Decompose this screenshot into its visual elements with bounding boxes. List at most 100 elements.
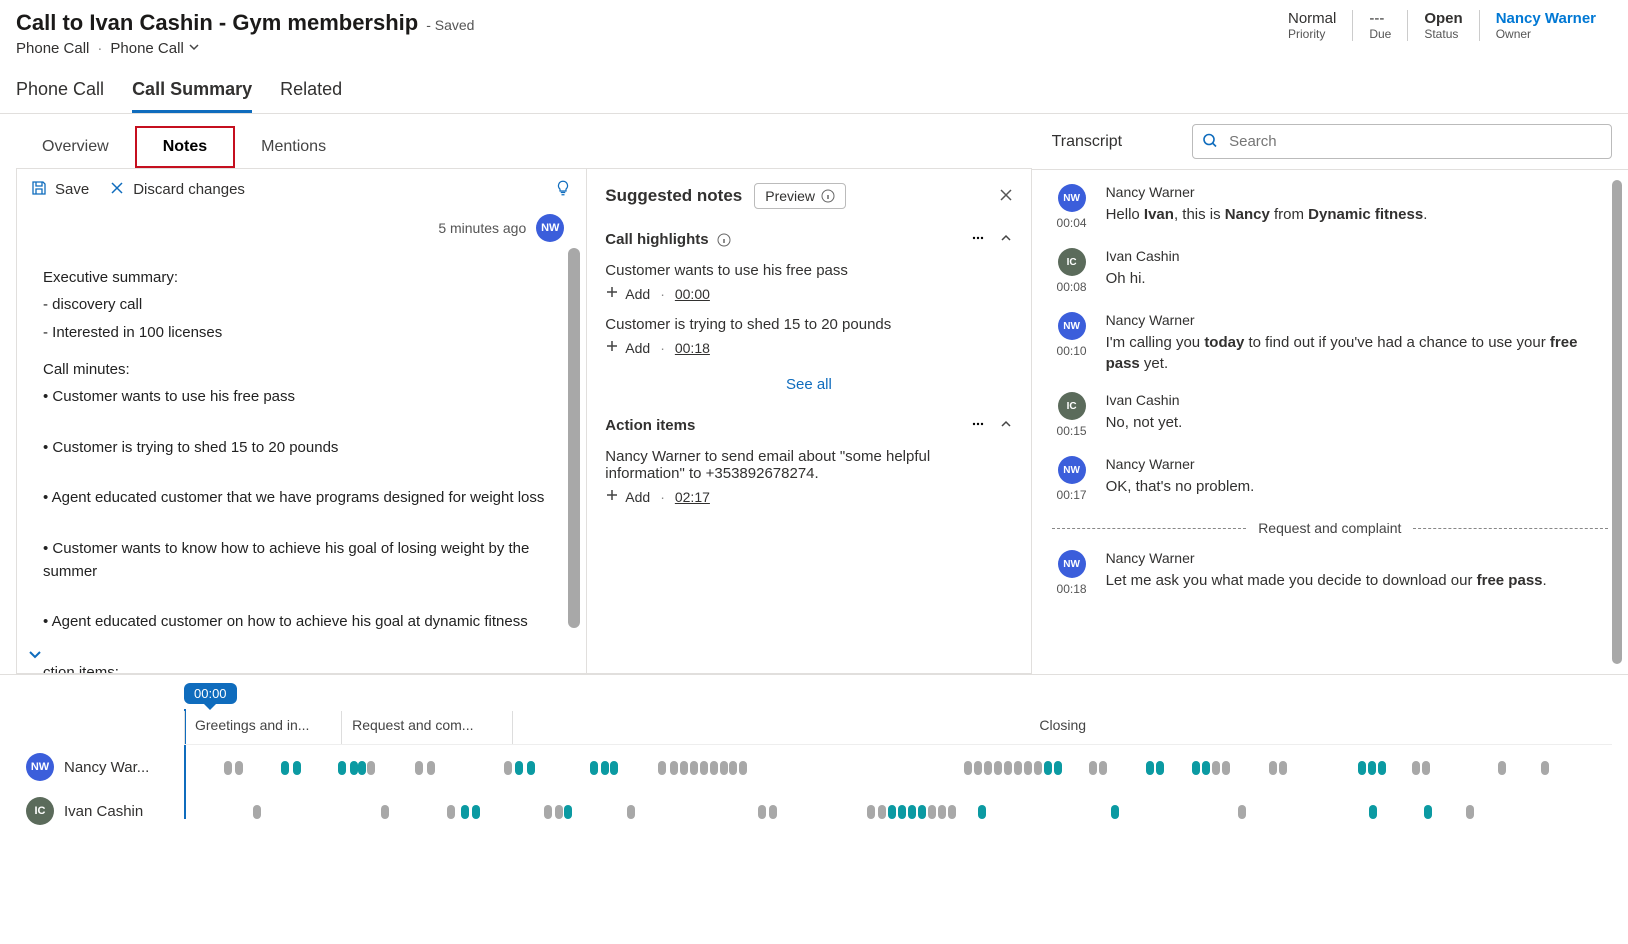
track-tick (1369, 805, 1377, 819)
close-panel-button[interactable] (999, 186, 1013, 207)
transcript-row-right: Ivan CashinNo, not yet. (1106, 392, 1608, 438)
lightbulb-icon[interactable] (554, 179, 572, 200)
timestamp-link[interactable]: 00:18 (675, 340, 710, 356)
notes-b5: • Agent educated customer on how to achi… (43, 610, 560, 633)
meta-priority-label: Priority (1288, 27, 1336, 41)
meta-due-value: --- (1369, 10, 1391, 27)
more-icon[interactable] (971, 417, 985, 434)
transcript-row-right: Nancy WarnerLet me ask you what made you… (1106, 550, 1608, 596)
search-input[interactable] (1192, 124, 1612, 159)
transcript-row[interactable]: NW00:18Nancy WarnerLet me ask you what m… (1052, 550, 1608, 596)
page-title: Call to Ivan Cashin - Gym membership (16, 10, 418, 36)
track-tick (867, 805, 875, 819)
transcript-row[interactable]: NW00:10Nancy WarnerI'm calling you today… (1052, 312, 1608, 374)
preview-button[interactable]: Preview (754, 183, 846, 209)
meta-priority[interactable]: Normal Priority (1272, 10, 1352, 41)
scrollbar[interactable] (1612, 180, 1622, 664)
track-tick (1412, 761, 1420, 775)
add-action-button[interactable]: Add (605, 488, 650, 505)
transcript-row[interactable]: IC00:08Ivan CashinOh hi. (1052, 248, 1608, 294)
track-tick (758, 805, 766, 819)
transcript-section-divider: Request and complaint (1052, 520, 1608, 536)
notes-body: Executive summary: - discovery call - In… (43, 266, 560, 673)
saved-label: - Saved (426, 17, 474, 33)
meta-due[interactable]: --- Due (1352, 10, 1407, 41)
see-all-link[interactable]: See all (605, 376, 1012, 393)
track-tick (1004, 761, 1012, 775)
breadcrumb-item-1[interactable]: Phone Call (16, 40, 89, 57)
timeline-segment[interactable]: Closing (512, 711, 1612, 744)
timeline-segment[interactable]: Request and com... (341, 711, 512, 744)
transcript-text: Hello Ivan, this is Nancy from Dynamic f… (1106, 204, 1608, 225)
transcript-time: 00:18 (1057, 582, 1087, 596)
speaker-name: Ivan Cashin (64, 803, 143, 820)
action-item: Nancy Warner to send email about "some h… (605, 448, 1012, 505)
action-items-section: Action items Nancy Warner to send email … (605, 417, 1012, 505)
transcript-time: 00:08 (1057, 280, 1087, 294)
timestamp-link[interactable]: 00:00 (675, 286, 710, 302)
transcript-row[interactable]: NW00:17Nancy WarnerOK, that's no problem… (1052, 456, 1608, 502)
speaker-row: ICIvan Cashin (16, 789, 1612, 833)
track-tick (253, 805, 261, 819)
transcript-row[interactable]: NW00:04Nancy WarnerHello Ivan, this is N… (1052, 184, 1608, 230)
meta-owner[interactable]: Nancy Warner Owner (1479, 10, 1612, 41)
transcript-row-left: IC00:15 (1052, 392, 1092, 438)
chevron-up-icon[interactable] (999, 417, 1013, 434)
collapse-toggle[interactable] (25, 644, 45, 667)
plus-icon (605, 339, 619, 356)
track-tick (690, 761, 698, 775)
playhead[interactable]: 00:00 (184, 683, 1612, 711)
speaker-track[interactable] (184, 805, 1612, 817)
separator: · (660, 489, 665, 505)
add-highlight-button[interactable]: Add (605, 285, 650, 302)
track-tick (1424, 805, 1432, 819)
info-icon (821, 189, 835, 203)
add-highlight-button[interactable]: Add (605, 339, 650, 356)
action-items-title: Action items (605, 417, 695, 434)
add-label: Add (625, 340, 650, 356)
track-tick (515, 761, 523, 775)
track-tick (1202, 761, 1210, 775)
timeline-segment[interactable]: Greetings and in... (184, 711, 341, 744)
add-label: Add (625, 489, 650, 505)
track-tick (1358, 761, 1366, 775)
subtab-mentions[interactable]: Mentions (235, 128, 352, 166)
discard-button[interactable]: Discard changes (109, 180, 245, 200)
avatar: NW (1058, 456, 1086, 484)
notes-exec-head: Executive summary: (43, 266, 560, 289)
scrollbar[interactable] (568, 248, 580, 628)
tab-call-summary[interactable]: Call Summary (132, 79, 252, 113)
track-tick (1422, 761, 1430, 775)
tab-related[interactable]: Related (280, 79, 342, 113)
timeline: 00:00 Greetings and in...Request and com… (0, 674, 1628, 853)
timestamp-link[interactable]: 02:17 (675, 489, 710, 505)
track-tick (1466, 805, 1474, 819)
avatar[interactable]: NW (536, 214, 564, 242)
transcript-text: I'm calling you today to find out if you… (1106, 332, 1608, 374)
transcript-speaker: Nancy Warner (1106, 184, 1608, 200)
track-tick (700, 761, 708, 775)
save-button[interactable]: Save (31, 180, 89, 200)
chevron-up-icon[interactable] (999, 231, 1013, 248)
tab-phone-call[interactable]: Phone Call (16, 79, 104, 113)
more-icon[interactable] (971, 231, 985, 248)
track-tick (350, 761, 358, 775)
meta-status[interactable]: Open Status (1407, 10, 1478, 41)
track-tick (739, 761, 747, 775)
track-tick (918, 805, 926, 819)
breadcrumb-item-2[interactable]: Phone Call (110, 40, 199, 57)
info-icon[interactable] (717, 233, 731, 247)
transcript-text: Let me ask you what made you decide to d… (1106, 570, 1608, 591)
track-tick (601, 761, 609, 775)
avatar: NW (1058, 312, 1086, 340)
subtab-notes[interactable]: Notes (135, 126, 235, 168)
transcript-time: 00:04 (1057, 216, 1087, 230)
subtab-overview[interactable]: Overview (16, 128, 135, 166)
speaker-label: ICIvan Cashin (16, 797, 184, 825)
track-tick (555, 805, 563, 819)
transcript-label: Transcript (1042, 133, 1123, 151)
highlight-text: Customer wants to use his free pass (605, 262, 1012, 279)
transcript-row[interactable]: IC00:15 Ivan CashinNo, not yet. (1052, 392, 1608, 438)
notes-editor[interactable]: Executive summary: - discovery call - In… (17, 248, 586, 673)
speaker-track[interactable] (184, 761, 1612, 773)
